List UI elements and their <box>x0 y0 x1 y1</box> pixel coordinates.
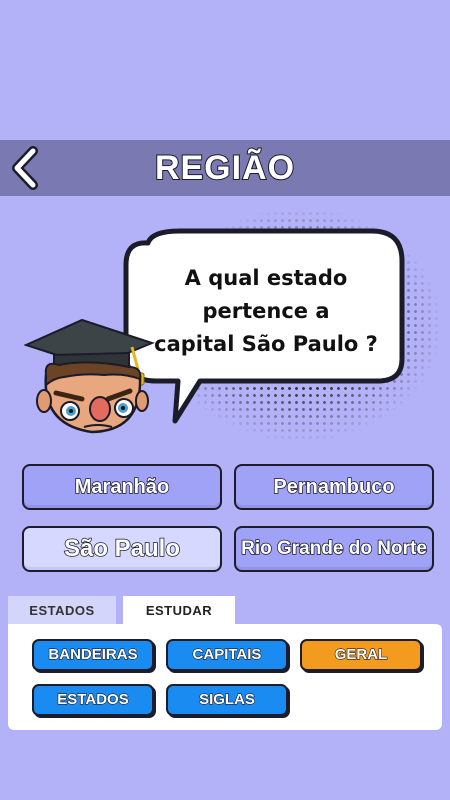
study-panel: BANDEIRAS CAPITAIS GERAL ESTADOS SIGLAS <box>8 624 442 730</box>
bandeiras-button[interactable]: BANDEIRAS <box>32 639 154 671</box>
answer-option-4[interactable]: Rio Grande do Norte <box>234 526 434 572</box>
capitais-button[interactable]: CAPITAIS <box>166 639 288 671</box>
estados-button[interactable]: ESTADOS <box>32 684 154 716</box>
tab-bar: ESTADOS ESTUDAR <box>0 596 450 626</box>
header-bar: REGIÃO <box>0 140 450 196</box>
question-line-1: A qual estado pertence a <box>184 266 348 323</box>
question-line-2: capital São Paulo ? <box>154 332 378 356</box>
geral-button[interactable]: GERAL <box>300 639 422 671</box>
tab-estados[interactable]: ESTADOS <box>8 596 116 626</box>
tab-estudar[interactable]: ESTUDAR <box>123 596 235 626</box>
answer-option-1[interactable]: Maranhão <box>22 464 222 510</box>
answer-option-2[interactable]: Pernambuco <box>234 464 434 510</box>
answer-option-3[interactable]: São Paulo <box>22 526 222 572</box>
professor-mascot <box>24 318 155 434</box>
question-text: A qual estado pertence a capital São Pau… <box>135 262 397 361</box>
siglas-button[interactable]: SIGLAS <box>166 684 288 716</box>
page-title: REGIÃO <box>154 148 296 188</box>
